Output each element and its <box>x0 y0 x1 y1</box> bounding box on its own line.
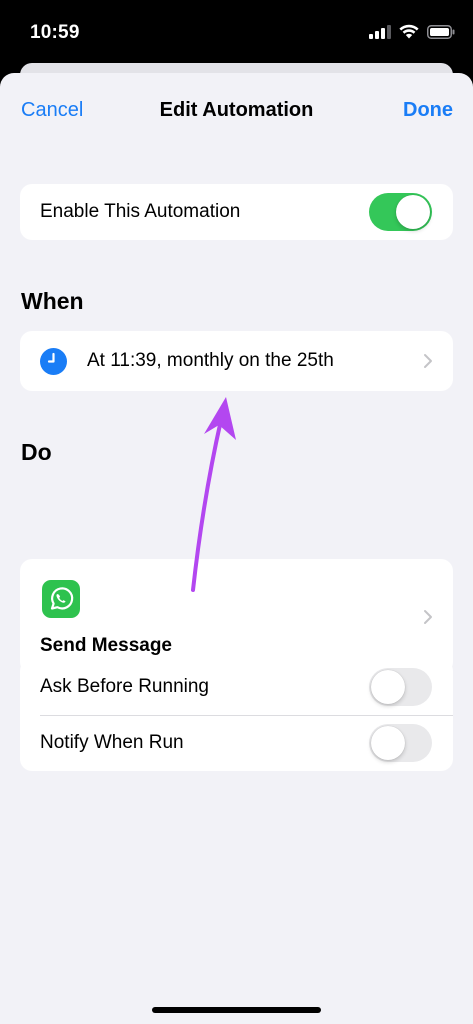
cellular-signal-icon <box>369 24 391 39</box>
whatsapp-icon <box>42 580 80 618</box>
toggle-knob <box>396 195 430 229</box>
chevron-right-icon <box>424 354 432 368</box>
toggle-knob <box>371 670 405 704</box>
notify-when-run-row: Notify When Run <box>20 715 453 771</box>
when-header: When <box>21 288 84 314</box>
ask-before-running-row: Ask Before Running <box>20 659 453 715</box>
ask-before-running-label: Ask Before Running <box>40 676 209 697</box>
done-button[interactable]: Done <box>403 99 453 122</box>
wifi-icon <box>399 24 419 39</box>
battery-icon <box>427 24 455 39</box>
do-header: Do <box>21 439 52 465</box>
chevron-right-icon <box>424 609 432 624</box>
status-time: 10:59 <box>30 22 80 43</box>
notify-when-run-toggle[interactable] <box>369 724 432 762</box>
home-indicator <box>152 1007 321 1013</box>
clock-icon <box>40 347 67 375</box>
action-card[interactable]: Send Message <box>20 559 453 674</box>
options-group: Ask Before Running Notify When Run <box>20 659 453 771</box>
ask-before-running-toggle[interactable] <box>369 668 432 706</box>
screen: 10:59 Cancel Edit Automation Done Enable… <box>0 0 473 1024</box>
toggle-knob <box>371 726 405 760</box>
enable-label: Enable This Automation <box>40 201 241 222</box>
when-group: At 11:39, monthly on the 25th <box>20 331 453 391</box>
action-label: Send Message <box>40 635 172 656</box>
status-icons <box>369 24 455 39</box>
enable-toggle[interactable] <box>369 193 432 231</box>
status-bar: 10:59 <box>0 0 473 62</box>
enable-row: Enable This Automation <box>20 184 453 240</box>
trigger-text: At 11:39, monthly on the 25th <box>87 350 334 371</box>
enable-group: Enable This Automation <box>20 184 453 240</box>
notify-when-run-label: Notify When Run <box>40 732 184 753</box>
edit-automation-sheet: Cancel Edit Automation Done Enable This … <box>0 73 473 1024</box>
nav-bar: Cancel Edit Automation Done <box>0 73 473 149</box>
trigger-row[interactable]: At 11:39, monthly on the 25th <box>20 331 453 391</box>
whatsapp-glyph-icon <box>50 587 74 610</box>
